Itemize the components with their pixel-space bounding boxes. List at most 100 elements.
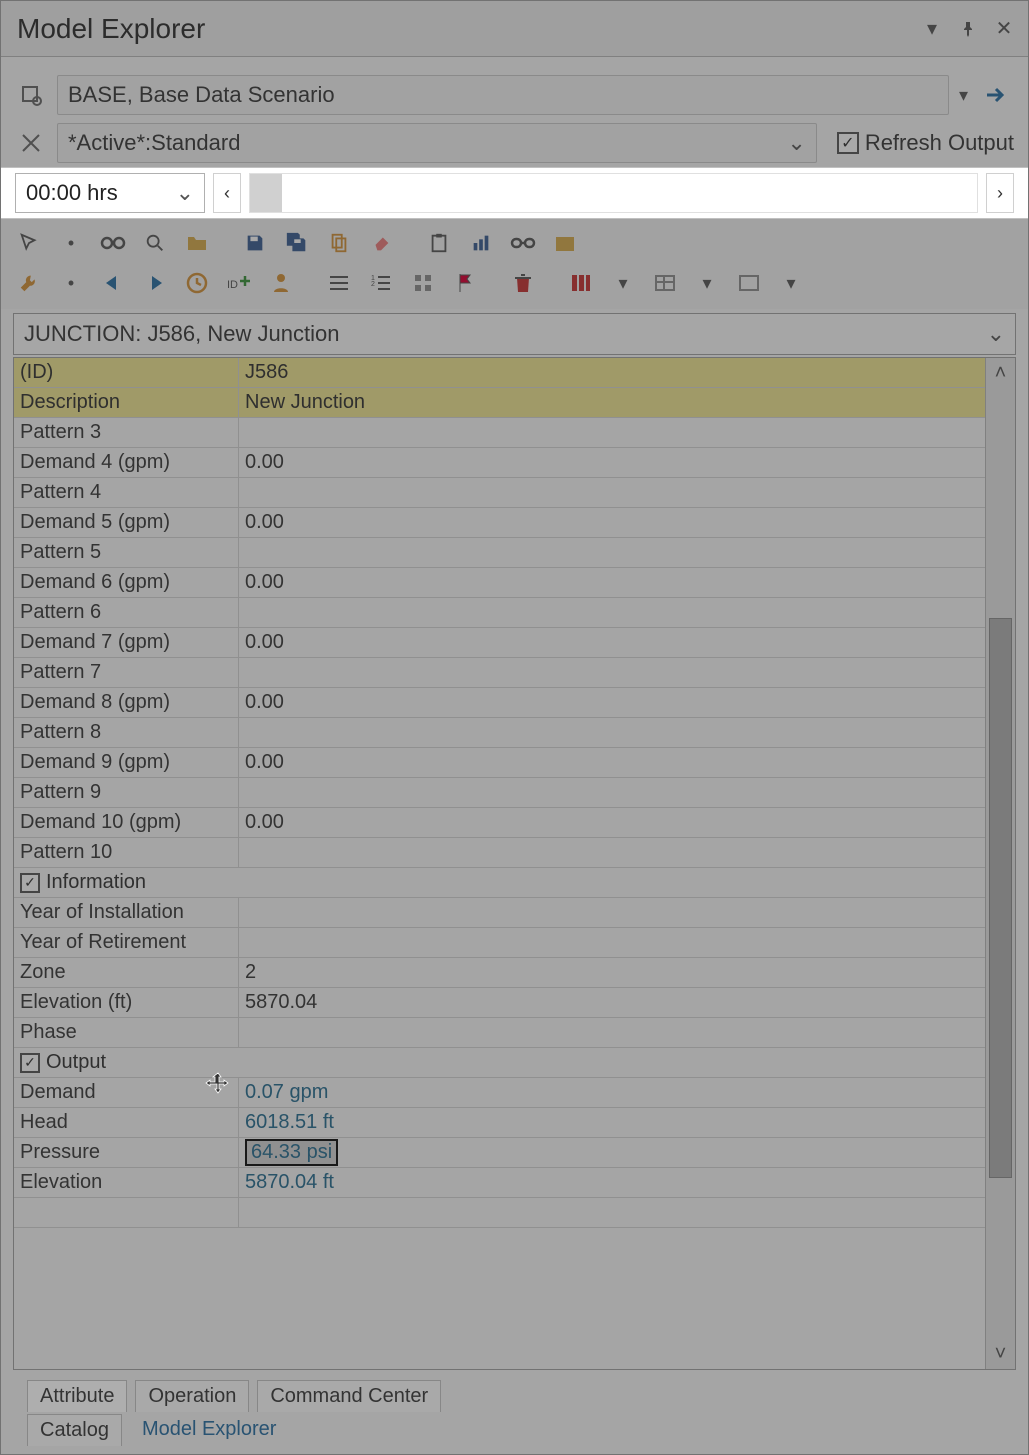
property-value[interactable]: 0.00: [239, 448, 985, 477]
property-row[interactable]: Pattern 8: [14, 718, 985, 748]
refresh-output-checkbox[interactable]: ✓ Refresh Output: [837, 130, 1014, 156]
dot2-icon[interactable]: •: [53, 265, 89, 301]
link-icon[interactable]: [95, 225, 131, 261]
info-value[interactable]: [239, 898, 985, 927]
table2-icon[interactable]: [731, 265, 767, 301]
dropdown3-icon[interactable]: ▾: [773, 265, 809, 301]
info-value[interactable]: 5870.04: [239, 988, 985, 1017]
arrow-left-icon[interactable]: [95, 265, 131, 301]
scenario-icon[interactable]: [15, 79, 47, 111]
pressure-edit-field[interactable]: 64.33 psi: [245, 1139, 338, 1166]
row-head[interactable]: Head 6018.51 ft: [14, 1108, 985, 1138]
property-row[interactable]: Pattern 9: [14, 778, 985, 808]
property-row[interactable]: Demand 5 (gpm)0.00: [14, 508, 985, 538]
info-row[interactable]: Elevation (ft)5870.04: [14, 988, 985, 1018]
property-value[interactable]: [239, 598, 985, 627]
dropdown2-icon[interactable]: ▾: [689, 265, 725, 301]
value-demand[interactable]: 0.07 gpm: [239, 1078, 985, 1107]
columns-icon[interactable]: [563, 265, 599, 301]
property-value[interactable]: 0.00: [239, 508, 985, 537]
dropdown-arrow-icon[interactable]: ▾: [918, 15, 946, 43]
property-value[interactable]: 0.00: [239, 748, 985, 777]
value-id[interactable]: J586: [239, 358, 985, 387]
row-description[interactable]: Description New Junction: [14, 388, 985, 418]
property-value[interactable]: [239, 418, 985, 447]
time-slider[interactable]: [249, 173, 978, 213]
info-value[interactable]: [239, 928, 985, 957]
property-value[interactable]: [239, 718, 985, 747]
scenario-goto-button[interactable]: [978, 77, 1014, 113]
dot-icon[interactable]: •: [53, 225, 89, 261]
tab-catalog[interactable]: Catalog: [27, 1414, 122, 1446]
element-header-combo[interactable]: JUNCTION: J586, New Junction ⌄: [13, 313, 1016, 355]
dataset-icon[interactable]: [15, 127, 47, 159]
chart-icon[interactable]: [463, 225, 499, 261]
property-value[interactable]: 0.00: [239, 688, 985, 717]
scroll-up-icon[interactable]: ˄: [986, 358, 1015, 388]
copy-icon[interactable]: [321, 225, 357, 261]
info-row[interactable]: Year of Installation: [14, 898, 985, 928]
flag-icon[interactable]: [447, 265, 483, 301]
property-row[interactable]: Demand 9 (gpm)0.00: [14, 748, 985, 778]
arrow-right-icon[interactable]: [137, 265, 173, 301]
close-icon[interactable]: ✕: [990, 15, 1018, 43]
scroll-thumb[interactable]: [989, 618, 1012, 1178]
group-output[interactable]: ✓ Output: [14, 1048, 985, 1078]
tab-attribute[interactable]: Attribute: [27, 1380, 127, 1412]
row-pressure[interactable]: Pressure 64.33 psi: [14, 1138, 985, 1168]
delete-icon[interactable]: [505, 265, 541, 301]
chain-icon[interactable]: [505, 225, 541, 261]
property-row[interactable]: Demand 10 (gpm)0.00: [14, 808, 985, 838]
property-row[interactable]: Pattern 4: [14, 478, 985, 508]
property-row[interactable]: Demand 7 (gpm)0.00: [14, 628, 985, 658]
pin-icon[interactable]: [954, 15, 982, 43]
value-head[interactable]: 6018.51 ft: [239, 1108, 985, 1137]
property-value[interactable]: [239, 778, 985, 807]
group-information[interactable]: ✓ Information: [14, 868, 985, 898]
value-pressure[interactable]: 64.33 psi: [239, 1138, 985, 1167]
value-elevation[interactable]: 5870.04 ft: [239, 1168, 985, 1197]
tab-command-center[interactable]: Command Center: [257, 1380, 441, 1412]
info-value[interactable]: [239, 1018, 985, 1047]
time-combo[interactable]: 00:00 hrs ⌄: [15, 173, 205, 213]
property-row[interactable]: Demand 8 (gpm)0.00: [14, 688, 985, 718]
list-icon[interactable]: [321, 265, 357, 301]
tab-operation[interactable]: Operation: [135, 1380, 249, 1412]
property-value[interactable]: 0.00: [239, 568, 985, 597]
folder-icon[interactable]: [179, 225, 215, 261]
grid-icon[interactable]: [405, 265, 441, 301]
scenario-combo[interactable]: BASE, Base Data Scenario: [57, 75, 949, 115]
row-id[interactable]: (ID) J586: [14, 358, 985, 388]
property-value[interactable]: [239, 478, 985, 507]
info-row[interactable]: Zone2: [14, 958, 985, 988]
value-description[interactable]: New Junction: [239, 388, 985, 417]
property-row[interactable]: Pattern 6: [14, 598, 985, 628]
info-row[interactable]: Year of Retirement: [14, 928, 985, 958]
box-icon[interactable]: [547, 225, 583, 261]
property-row[interactable]: Pattern 7: [14, 658, 985, 688]
row-demand[interactable]: Demand 0.07 gpm: [14, 1078, 985, 1108]
paste-icon[interactable]: [421, 225, 457, 261]
time-dropdown-icon[interactable]: ⌄: [176, 180, 194, 206]
scroll-down-icon[interactable]: ˅: [986, 1339, 1015, 1369]
property-row[interactable]: Demand 4 (gpm)0.00: [14, 448, 985, 478]
numbered-list-icon[interactable]: 12: [363, 265, 399, 301]
id-plus-icon[interactable]: ID: [221, 265, 257, 301]
erase-icon[interactable]: [363, 225, 399, 261]
save-all-icon[interactable]: [279, 225, 315, 261]
table-icon[interactable]: [647, 265, 683, 301]
dataset-combo[interactable]: *Active*:Standard ⌄: [57, 123, 817, 163]
property-value[interactable]: 0.00: [239, 628, 985, 657]
property-row[interactable]: Pattern 3: [14, 418, 985, 448]
dataset-dropdown-icon[interactable]: ⌄: [787, 130, 805, 156]
property-value[interactable]: [239, 538, 985, 567]
wrench-icon[interactable]: [11, 265, 47, 301]
vertical-scrollbar[interactable]: ˄ ˅: [985, 358, 1015, 1369]
property-row[interactable]: Pattern 10: [14, 838, 985, 868]
property-value[interactable]: [239, 658, 985, 687]
clock-icon[interactable]: [179, 265, 215, 301]
info-value[interactable]: 2: [239, 958, 985, 987]
tab-model-explorer[interactable]: Model Explorer: [130, 1414, 289, 1446]
pointer-icon[interactable]: [11, 225, 47, 261]
property-row[interactable]: Demand 6 (gpm)0.00: [14, 568, 985, 598]
